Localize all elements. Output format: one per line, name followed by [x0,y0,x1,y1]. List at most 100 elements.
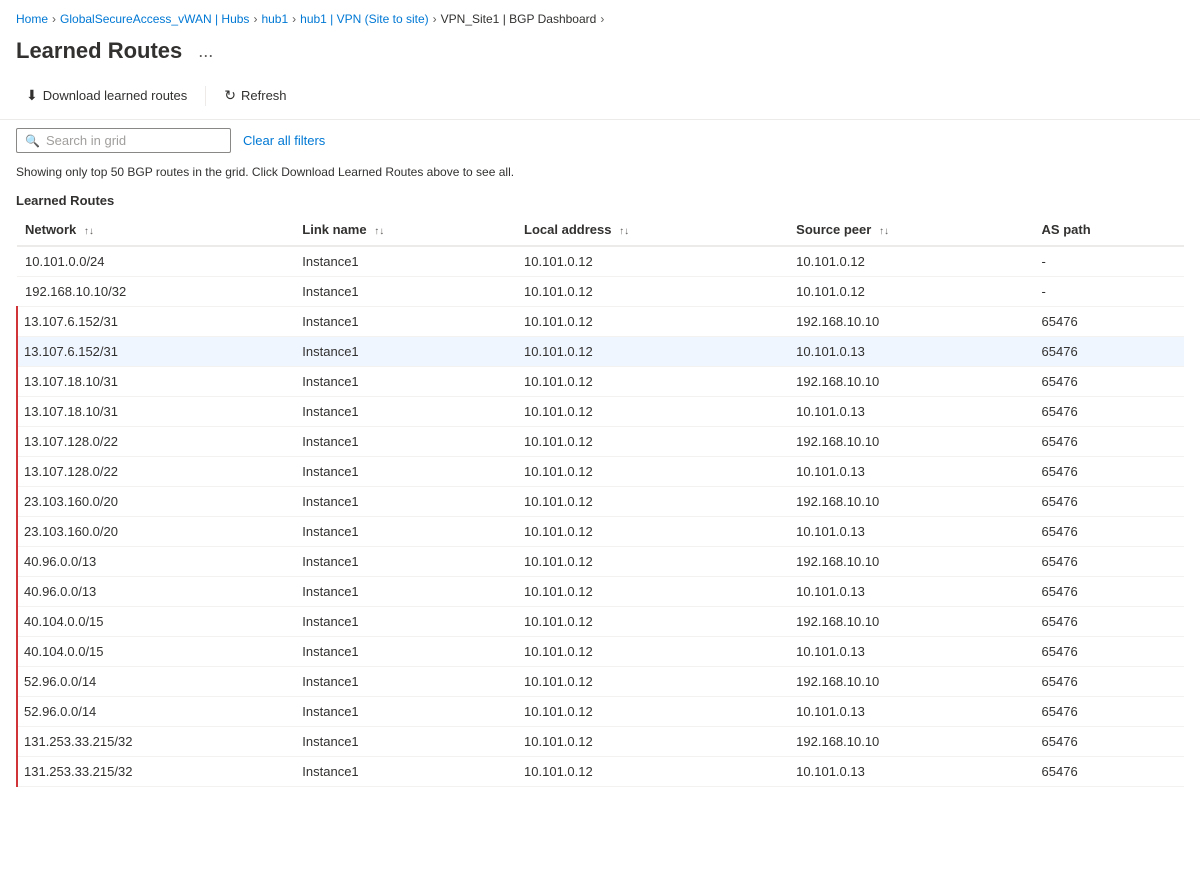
cell-local-address: 10.101.0.12 [516,487,788,517]
cell-source-peer: 192.168.10.10 [788,487,1033,517]
sort-network-icon: ↑↓ [84,226,94,237]
refresh-label: Refresh [241,88,287,103]
cell-local-address: 10.101.0.12 [516,547,788,577]
cell-network: 23.103.160.0/20 [17,517,294,547]
table-container: Network ↑↓ Link name ↑↓ Local address ↑↓… [0,214,1200,787]
cell-network: 52.96.0.0/14 [17,667,294,697]
breadcrumb: Home › GlobalSecureAccess_vWAN | Hubs › … [0,0,1200,34]
cell-as-path: 65476 [1034,457,1184,487]
page-title: Learned Routes [16,38,182,64]
cell-link-name: Instance1 [294,397,516,427]
table-row: 13.107.6.152/31Instance110.101.0.12192.1… [17,307,1184,337]
breadcrumb-end: › [600,12,604,26]
filter-bar: 🔍 Clear all filters [0,120,1200,161]
clear-filters-button[interactable]: Clear all filters [241,129,327,152]
cell-network: 23.103.160.0/20 [17,487,294,517]
cell-source-peer: 192.168.10.10 [788,547,1033,577]
cell-link-name: Instance1 [294,547,516,577]
cell-source-peer: 10.101.0.13 [788,637,1033,667]
cell-local-address: 10.101.0.12 [516,607,788,637]
breadcrumb-sep-3: › [292,12,296,26]
cell-as-path: - [1034,277,1184,307]
cell-network: 131.253.33.215/32 [17,727,294,757]
toolbar-divider [205,86,206,106]
cell-as-path: 65476 [1034,427,1184,457]
cell-source-peer: 192.168.10.10 [788,727,1033,757]
cell-as-path: 65476 [1034,397,1184,427]
table-row: 13.107.128.0/22Instance110.101.0.12192.1… [17,427,1184,457]
cell-link-name: Instance1 [294,246,516,277]
breadcrumb-sep-4: › [433,12,437,26]
cell-source-peer: 10.101.0.13 [788,457,1033,487]
cell-link-name: Instance1 [294,367,516,397]
cell-as-path: 65476 [1034,577,1184,607]
cell-source-peer: 10.101.0.13 [788,397,1033,427]
table-row: 192.168.10.10/32Instance110.101.0.1210.1… [17,277,1184,307]
cell-network: 192.168.10.10/32 [17,277,294,307]
cell-local-address: 10.101.0.12 [516,337,788,367]
cell-network: 13.107.18.10/31 [17,397,294,427]
cell-network: 10.101.0.0/24 [17,246,294,277]
refresh-icon: ↻ [224,87,236,104]
col-source-label: Source peer [796,222,871,237]
cell-source-peer: 10.101.0.12 [788,277,1033,307]
col-aspath-label: AS path [1042,222,1091,237]
table-row: 40.96.0.0/13Instance110.101.0.1210.101.0… [17,577,1184,607]
table-row: 13.107.18.10/31Instance110.101.0.1210.10… [17,397,1184,427]
section-title: Learned Routes [0,189,1200,214]
breadcrumb-hub1[interactable]: hub1 [261,12,288,26]
cell-network: 13.107.128.0/22 [17,427,294,457]
toolbar: ⬇ Download learned routes ↻ Refresh [0,76,1200,120]
col-network[interactable]: Network ↑↓ [17,214,294,246]
cell-source-peer: 192.168.10.10 [788,607,1033,637]
table-row: 40.104.0.0/15Instance110.101.0.12192.168… [17,607,1184,637]
table-row: 131.253.33.215/32Instance110.101.0.12192… [17,727,1184,757]
cell-link-name: Instance1 [294,457,516,487]
cell-link-name: Instance1 [294,517,516,547]
download-icon: ⬇ [26,87,38,104]
cell-as-path: 65476 [1034,667,1184,697]
cell-as-path: 65476 [1034,307,1184,337]
breadcrumb-home[interactable]: Home [16,12,48,26]
table-body: 10.101.0.0/24Instance110.101.0.1210.101.… [17,246,1184,787]
col-local-address[interactable]: Local address ↑↓ [516,214,788,246]
cell-source-peer: 10.101.0.12 [788,246,1033,277]
refresh-button[interactable]: ↻ Refresh [214,82,296,109]
table-row: 13.107.128.0/22Instance110.101.0.1210.10… [17,457,1184,487]
breadcrumb-vpn[interactable]: hub1 | VPN (Site to site) [300,12,429,26]
cell-network: 40.96.0.0/13 [17,547,294,577]
cell-network: 40.96.0.0/13 [17,577,294,607]
cell-local-address: 10.101.0.12 [516,367,788,397]
sort-source-icon: ↑↓ [879,226,889,237]
cell-source-peer: 10.101.0.13 [788,757,1033,787]
cell-local-address: 10.101.0.12 [516,307,788,337]
cell-link-name: Instance1 [294,727,516,757]
sort-link-icon: ↑↓ [374,226,384,237]
col-link-name[interactable]: Link name ↑↓ [294,214,516,246]
more-options-button[interactable]: ... [192,39,219,64]
cell-network: 131.253.33.215/32 [17,757,294,787]
search-input[interactable] [46,133,222,148]
cell-link-name: Instance1 [294,577,516,607]
cell-link-name: Instance1 [294,637,516,667]
cell-link-name: Instance1 [294,307,516,337]
cell-network: 13.107.6.152/31 [17,307,294,337]
cell-network: 40.104.0.0/15 [17,607,294,637]
cell-as-path: 65476 [1034,697,1184,727]
breadcrumb-gsaccess[interactable]: GlobalSecureAccess_vWAN | Hubs [60,12,249,26]
cell-source-peer: 10.101.0.13 [788,697,1033,727]
table-header-row: Network ↑↓ Link name ↑↓ Local address ↑↓… [17,214,1184,246]
cell-local-address: 10.101.0.12 [516,397,788,427]
cell-source-peer: 10.101.0.13 [788,577,1033,607]
cell-source-peer: 192.168.10.10 [788,307,1033,337]
cell-source-peer: 192.168.10.10 [788,367,1033,397]
cell-as-path: 65476 [1034,517,1184,547]
cell-as-path: - [1034,246,1184,277]
col-source-peer[interactable]: Source peer ↑↓ [788,214,1033,246]
cell-local-address: 10.101.0.12 [516,427,788,457]
cell-as-path: 65476 [1034,607,1184,637]
cell-as-path: 65476 [1034,547,1184,577]
download-button[interactable]: ⬇ Download learned routes [16,82,197,109]
page-header: Learned Routes ... [0,34,1200,76]
table-row: 13.107.6.152/31Instance110.101.0.1210.10… [17,337,1184,367]
